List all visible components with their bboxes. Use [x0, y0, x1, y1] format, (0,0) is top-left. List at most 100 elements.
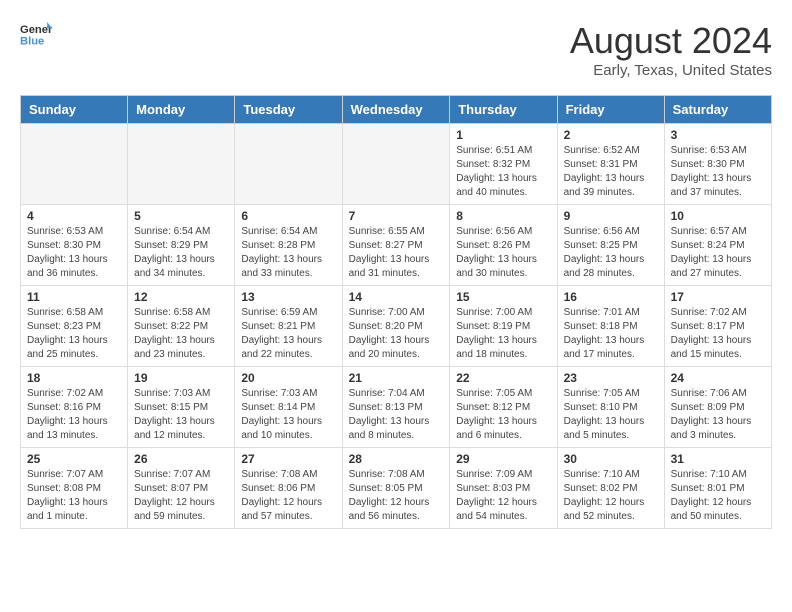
table-row	[128, 124, 235, 205]
day-number: 6	[241, 209, 335, 223]
calendar-header-row: Sunday Monday Tuesday Wednesday Thursday…	[21, 96, 772, 124]
day-number: 2	[564, 128, 658, 142]
logo: General Blue	[20, 20, 52, 48]
day-number: 5	[134, 209, 228, 223]
day-number: 7	[349, 209, 444, 223]
day-detail: Sunrise: 7:03 AMSunset: 8:15 PMDaylight:…	[134, 387, 228, 443]
table-row: 14 Sunrise: 7:00 AMSunset: 8:20 PMDayligh…	[342, 286, 450, 367]
table-row: 11 Sunrise: 6:58 AMSunset: 8:23 PMDayligh…	[21, 286, 128, 367]
table-row: 21 Sunrise: 7:04 AMSunset: 8:13 PMDayligh…	[342, 367, 450, 448]
day-detail: Sunrise: 6:59 AMSunset: 8:21 PMDaylight:…	[241, 306, 335, 362]
table-row: 1 Sunrise: 6:51 AMSunset: 8:32 PMDaylight…	[450, 124, 557, 205]
table-row: 19Sunrise: 7:03 AMSunset: 8:15 PMDayligh…	[128, 367, 235, 448]
day-detail: Sunrise: 6:58 AMSunset: 8:22 PMDaylight:…	[134, 306, 228, 362]
day-number: 27	[241, 452, 335, 466]
header-tuesday: Tuesday	[235, 96, 342, 124]
day-number: 17	[671, 290, 765, 304]
table-row: 22 Sunrise: 7:05 AMSunset: 8:12 PMDayligh…	[450, 367, 557, 448]
day-number: 9	[564, 209, 658, 223]
day-detail: Sunrise: 6:54 AMSunset: 8:29 PMDaylight:…	[134, 225, 228, 281]
day-detail: Sunrise: 7:05 AMSunset: 8:12 PMDaylight:…	[456, 387, 550, 443]
table-row: 15 Sunrise: 7:00 AMSunset: 8:19 PMDayligh…	[450, 286, 557, 367]
day-number: 25	[27, 452, 121, 466]
table-row: 9 Sunrise: 6:56 AMSunset: 8:25 PMDaylight…	[557, 205, 664, 286]
table-row: 17 Sunrise: 7:02 AMSunset: 8:17 PMDayligh…	[664, 286, 771, 367]
day-number: 14	[349, 290, 444, 304]
page-subtitle: Early, Texas, United States	[570, 62, 772, 79]
table-row: 6 Sunrise: 6:54 AMSunset: 8:28 PMDaylight…	[235, 205, 342, 286]
title-area: August 2024 Early, Texas, United States	[570, 20, 772, 79]
day-number: 29	[456, 452, 550, 466]
day-detail: Sunrise: 7:05 AMSunset: 8:10 PMDaylight:…	[564, 387, 658, 443]
day-detail: Sunrise: 6:56 AMSunset: 8:25 PMDaylight:…	[564, 225, 658, 281]
table-row: 13Sunrise: 6:59 AMSunset: 8:21 PMDayligh…	[235, 286, 342, 367]
day-detail: Sunrise: 7:08 AMSunset: 8:05 PMDaylight:…	[349, 468, 444, 524]
day-number: 10	[671, 209, 765, 223]
header-sunday: Sunday	[21, 96, 128, 124]
day-detail: Sunrise: 7:07 AMSunset: 8:08 PMDaylight:…	[27, 468, 121, 524]
table-row: 27 Sunrise: 7:08 AMSunset: 8:06 PMDayligh…	[235, 448, 342, 529]
day-detail: Sunrise: 6:53 AMSunset: 8:30 PMDaylight:…	[671, 144, 765, 200]
table-row: 5 Sunrise: 6:54 AMSunset: 8:29 PMDaylight…	[128, 205, 235, 286]
day-detail: Sunrise: 7:09 AMSunset: 8:03 PMDaylight:…	[456, 468, 550, 524]
header-wednesday: Wednesday	[342, 96, 450, 124]
day-number: 24	[671, 371, 765, 385]
calendar-week-row: 18Sunrise: 7:02 AMSunset: 8:16 PMDayligh…	[21, 367, 772, 448]
day-detail: Sunrise: 6:51 AMSunset: 8:32 PMDaylight:…	[456, 144, 550, 200]
calendar-table: Sunday Monday Tuesday Wednesday Thursday…	[20, 95, 772, 529]
day-detail: Sunrise: 7:06 AMSunset: 8:09 PMDaylight:…	[671, 387, 765, 443]
header-monday: Monday	[128, 96, 235, 124]
day-detail: Sunrise: 6:57 AMSunset: 8:24 PMDaylight:…	[671, 225, 765, 281]
day-number: 12	[134, 290, 228, 304]
day-number: 21	[349, 371, 444, 385]
day-number: 8	[456, 209, 550, 223]
day-detail: Sunrise: 6:56 AMSunset: 8:26 PMDaylight:…	[456, 225, 550, 281]
day-detail: Sunrise: 6:58 AMSunset: 8:23 PMDaylight:…	[27, 306, 121, 362]
table-row: 7 Sunrise: 6:55 AMSunset: 8:27 PMDaylight…	[342, 205, 450, 286]
day-number: 22	[456, 371, 550, 385]
day-number: 1	[456, 128, 550, 142]
day-detail: Sunrise: 7:07 AMSunset: 8:07 PMDaylight:…	[134, 468, 228, 524]
day-number: 28	[349, 452, 444, 466]
table-row: 12 Sunrise: 6:58 AMSunset: 8:22 PMDayligh…	[128, 286, 235, 367]
day-detail: Sunrise: 6:53 AMSunset: 8:30 PMDaylight:…	[27, 225, 121, 281]
calendar-week-row: 4 Sunrise: 6:53 AMSunset: 8:30 PMDaylight…	[21, 205, 772, 286]
table-row: 3 Sunrise: 6:53 AMSunset: 8:30 PMDaylight…	[664, 124, 771, 205]
day-number: 23	[564, 371, 658, 385]
table-row: 23 Sunrise: 7:05 AMSunset: 8:10 PMDayligh…	[557, 367, 664, 448]
svg-text:Blue: Blue	[20, 35, 44, 47]
day-number: 31	[671, 452, 765, 466]
page-title: August 2024	[570, 20, 772, 62]
table-row: 10 Sunrise: 6:57 AMSunset: 8:24 PMDayligh…	[664, 205, 771, 286]
table-row	[21, 124, 128, 205]
table-row: 20Sunrise: 7:03 AMSunset: 8:14 PMDayligh…	[235, 367, 342, 448]
day-number: 3	[671, 128, 765, 142]
header: General Blue August 2024 Early, Texas, U…	[20, 20, 772, 79]
day-number: 11	[27, 290, 121, 304]
day-detail: Sunrise: 7:04 AMSunset: 8:13 PMDaylight:…	[349, 387, 444, 443]
day-detail: Sunrise: 7:08 AMSunset: 8:06 PMDaylight:…	[241, 468, 335, 524]
day-number: 15	[456, 290, 550, 304]
day-detail: Sunrise: 7:00 AMSunset: 8:20 PMDaylight:…	[349, 306, 444, 362]
table-row: 2Sunrise: 6:52 AMSunset: 8:31 PMDaylight…	[557, 124, 664, 205]
table-row: 8 Sunrise: 6:56 AMSunset: 8:26 PMDaylight…	[450, 205, 557, 286]
day-number: 4	[27, 209, 121, 223]
table-row: 25 Sunrise: 7:07 AMSunset: 8:08 PMDayligh…	[21, 448, 128, 529]
header-thursday: Thursday	[450, 96, 557, 124]
day-detail: Sunrise: 7:10 AMSunset: 8:02 PMDaylight:…	[564, 468, 658, 524]
day-number: 16	[564, 290, 658, 304]
day-detail: Sunrise: 7:02 AMSunset: 8:17 PMDaylight:…	[671, 306, 765, 362]
day-detail: Sunrise: 6:54 AMSunset: 8:28 PMDaylight:…	[241, 225, 335, 281]
table-row: 4 Sunrise: 6:53 AMSunset: 8:30 PMDaylight…	[21, 205, 128, 286]
day-detail: Sunrise: 7:03 AMSunset: 8:14 PMDaylight:…	[241, 387, 335, 443]
calendar-week-row: 11 Sunrise: 6:58 AMSunset: 8:23 PMDayligh…	[21, 286, 772, 367]
day-number: 26	[134, 452, 228, 466]
day-number: 18	[27, 371, 121, 385]
calendar-week-row: 1 Sunrise: 6:51 AMSunset: 8:32 PMDaylight…	[21, 124, 772, 205]
table-row: 31Sunrise: 7:10 AMSunset: 8:01 PMDayligh…	[664, 448, 771, 529]
calendar-week-row: 25 Sunrise: 7:07 AMSunset: 8:08 PMDayligh…	[21, 448, 772, 529]
header-friday: Friday	[557, 96, 664, 124]
day-detail: Sunrise: 6:55 AMSunset: 8:27 PMDaylight:…	[349, 225, 444, 281]
table-row: 18Sunrise: 7:02 AMSunset: 8:16 PMDayligh…	[21, 367, 128, 448]
day-detail: Sunrise: 7:00 AMSunset: 8:19 PMDaylight:…	[456, 306, 550, 362]
